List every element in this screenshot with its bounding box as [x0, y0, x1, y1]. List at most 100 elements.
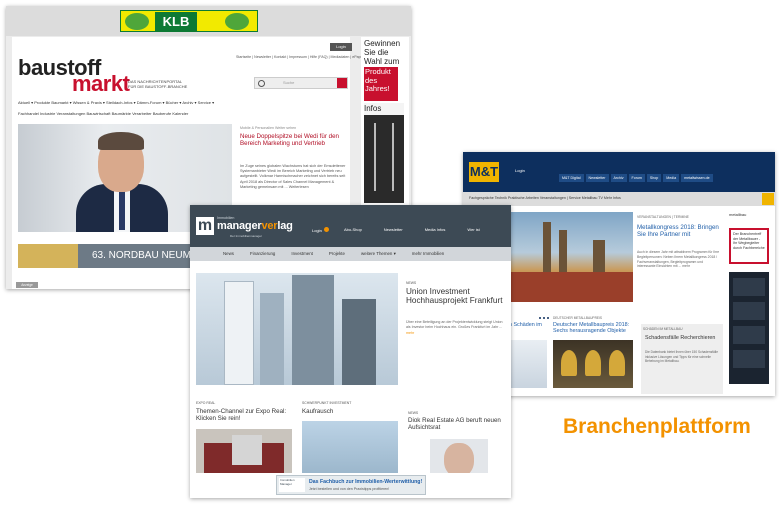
footer-ad-banner[interactable]: Immobilien Manager Das Fachbuch zur Immo…: [276, 475, 426, 495]
header-links: Abo-Shop Newsletter Media Infos Wer ist: [344, 227, 502, 232]
portrait-image[interactable]: [430, 439, 488, 473]
hero-kicker: NEWS: [406, 281, 417, 285]
login-link[interactable]: Login: [312, 227, 329, 233]
nav-item[interactable]: mehr Immobilien: [412, 251, 444, 256]
kaufrausch-image[interactable]: [302, 421, 398, 473]
hero-body-text: Über eine Beteiligung an der Projektentw…: [406, 320, 503, 330]
teaser-headline[interactable]: Deutscher Metallbaupreis 2018: Sechs her…: [553, 322, 633, 334]
nav-item[interactable]: weitere Themen ▾: [361, 251, 396, 256]
nav-item[interactable]: Finanzierung: [250, 251, 275, 256]
search-icon[interactable]: [762, 193, 774, 205]
klb-logo: KLB: [155, 12, 197, 31]
header-link[interactable]: Abo-Shop: [344, 227, 362, 232]
nav-item[interactable]: Projekte: [329, 251, 345, 256]
sidebar-ad[interactable]: metallbau Der Branchentreff der Metallba…: [727, 212, 771, 392]
header-link[interactable]: Newsletter: [384, 227, 403, 232]
star: [585, 350, 601, 376]
slider-dots[interactable]: [539, 306, 553, 319]
login-link[interactable]: Login: [515, 168, 525, 173]
info-box-body: Die Datenbank bietet Ihnen über 150 Scha…: [645, 350, 719, 364]
hero-kicker: VERANSTALTUNGEN | TERMINE: [637, 215, 689, 219]
header-link[interactable]: Newsletter: [585, 174, 609, 182]
header-link[interactable]: metallwissen.de: [681, 174, 713, 182]
expo-real-image[interactable]: [196, 429, 292, 473]
leaf-icon: [225, 13, 249, 30]
star: [609, 350, 625, 376]
skyscraper-title: Gewinnen Sie die Wahl zum: [364, 39, 401, 66]
trophies-image[interactable]: [553, 340, 633, 388]
skyscraper-highlight: Produkt des Jahres!: [364, 67, 398, 101]
top-ad-bar: KLB: [6, 6, 411, 36]
brand-subline: Der Immobilienmanager: [230, 234, 263, 238]
header-link[interactable]: M&T Digital: [559, 174, 584, 182]
hero-body: Auch in diesem Jahr mit attraktivem Prog…: [637, 250, 720, 269]
brand-part: lag: [277, 220, 293, 232]
header-link[interactable]: Archiv: [610, 174, 627, 182]
caption-branchenplattform: Branchenplattform: [563, 415, 751, 438]
sidebar-ad-box: Der Branchentreff der Metallbauer - Ihr …: [729, 228, 769, 264]
mt-logo[interactable]: M&T: [469, 162, 499, 182]
tie: [119, 190, 125, 230]
teaser-kicker: EXPO REAL: [196, 401, 216, 405]
more-link[interactable]: mehr: [406, 331, 414, 335]
i: [547, 317, 549, 319]
m-logo-icon[interactable]: m: [196, 217, 214, 235]
login-button[interactable]: Login: [330, 43, 352, 51]
site-tagline: DAS NACHRICHTENPORTAL FÜR DIE BAUSTOFF-B…: [128, 79, 187, 89]
bld: [292, 275, 334, 385]
rack: [374, 123, 394, 191]
ad-label: Anzeige: [16, 282, 38, 288]
skyscraper-image: Infos: [364, 103, 404, 203]
top-links[interactable]: Startseite | Newsletter | Kontakt | Impr…: [236, 55, 364, 59]
info-box-headline[interactable]: Schadensfälle Recherchieren: [645, 335, 721, 341]
teaser-headline[interactable]: Diok Real Estate AG beruft neuen Aufsich…: [408, 417, 506, 431]
search-placeholder: Suche: [283, 80, 295, 85]
nav-items: News Finanzierung Investment Projekte weiter…: [223, 251, 460, 257]
header-link[interactable]: Shop: [646, 174, 662, 182]
nav-item[interactable]: News: [223, 251, 234, 256]
nav-item[interactable]: Investment: [291, 251, 312, 256]
sub-nav[interactable]: Fachhandel Industrie Veranstaltungen Bau…: [18, 111, 188, 116]
sidebar-dark-ad: [729, 272, 769, 384]
hero-headline[interactable]: Union Investment Hochhausprojekt Frankfu…: [406, 287, 506, 305]
ad-subtitle: Jetzt bestellen und von den Praxistipps …: [309, 487, 390, 491]
skyscraper-infos-label: Infos: [364, 103, 404, 115]
blk: [733, 278, 765, 296]
hero-headline[interactable]: Metallkongress 2018: Bringen Sie Ihre Pa…: [637, 224, 721, 238]
i: [543, 317, 545, 319]
main-nav[interactable]: Aktuell ▾ Produkte Baumarkt ▾ Wissen & P…: [18, 100, 214, 105]
bld: [342, 299, 376, 385]
brand-part: manager: [217, 220, 262, 232]
ad-title: Das Fachbuch zur Immobilien-Werterwittlu…: [309, 479, 423, 485]
star: [561, 350, 577, 376]
article-headline[interactable]: Neue Doppelspitze bei Wedi für den Berei…: [240, 133, 348, 147]
leaf-icon: [125, 13, 149, 30]
teaser-headline[interactable]: Kaufrausch: [302, 408, 333, 415]
brand-logo[interactable]: managerverlag: [217, 220, 293, 232]
blk: [733, 326, 765, 344]
teaser-headline[interactable]: Themen-Channel zur Expo Real: Klicken Si…: [196, 408, 292, 422]
search-button[interactable]: [337, 78, 347, 88]
header-link[interactable]: Media: [663, 174, 680, 182]
hair: [98, 132, 144, 150]
collage-canvas: KLB Login Startseite | Newsletter | Kont…: [0, 0, 779, 506]
tagline-line-2: FÜR DIE BAUSTOFF-BRANCHE: [128, 84, 188, 89]
header-link[interactable]: Wer ist: [467, 227, 479, 232]
search-input[interactable]: Suche: [254, 77, 348, 89]
fair2: [232, 435, 262, 465]
brand-part-accent: ver: [261, 220, 278, 232]
header-link[interactable]: Forum: [628, 174, 645, 182]
hero-body: Über eine Beteiligung an der Projektentw…: [406, 320, 506, 336]
blk: [733, 302, 765, 320]
skyscraper-ad[interactable]: Gewinnen Sie die Wahl zum Produkt des Ja…: [361, 37, 409, 213]
bld: [224, 281, 254, 385]
teaser-kicker: SCHWERPUNKT INVESTMENT: [302, 401, 352, 405]
header-links: M&T Digital Newsletter Archiv Forum Shop Medi…: [559, 166, 715, 184]
bld: [260, 293, 284, 385]
header-link[interactable]: Media Infos: [425, 227, 446, 232]
hero-towers-image[interactable]: [196, 273, 398, 385]
teaser-kicker: NEWS: [408, 411, 419, 415]
site-logo-markt[interactable]: markt: [72, 73, 130, 95]
menu-items[interactable]: Fachgespräche Technik Praktische Arbeite…: [469, 196, 621, 200]
klb-ad-banner[interactable]: KLB: [120, 10, 258, 32]
